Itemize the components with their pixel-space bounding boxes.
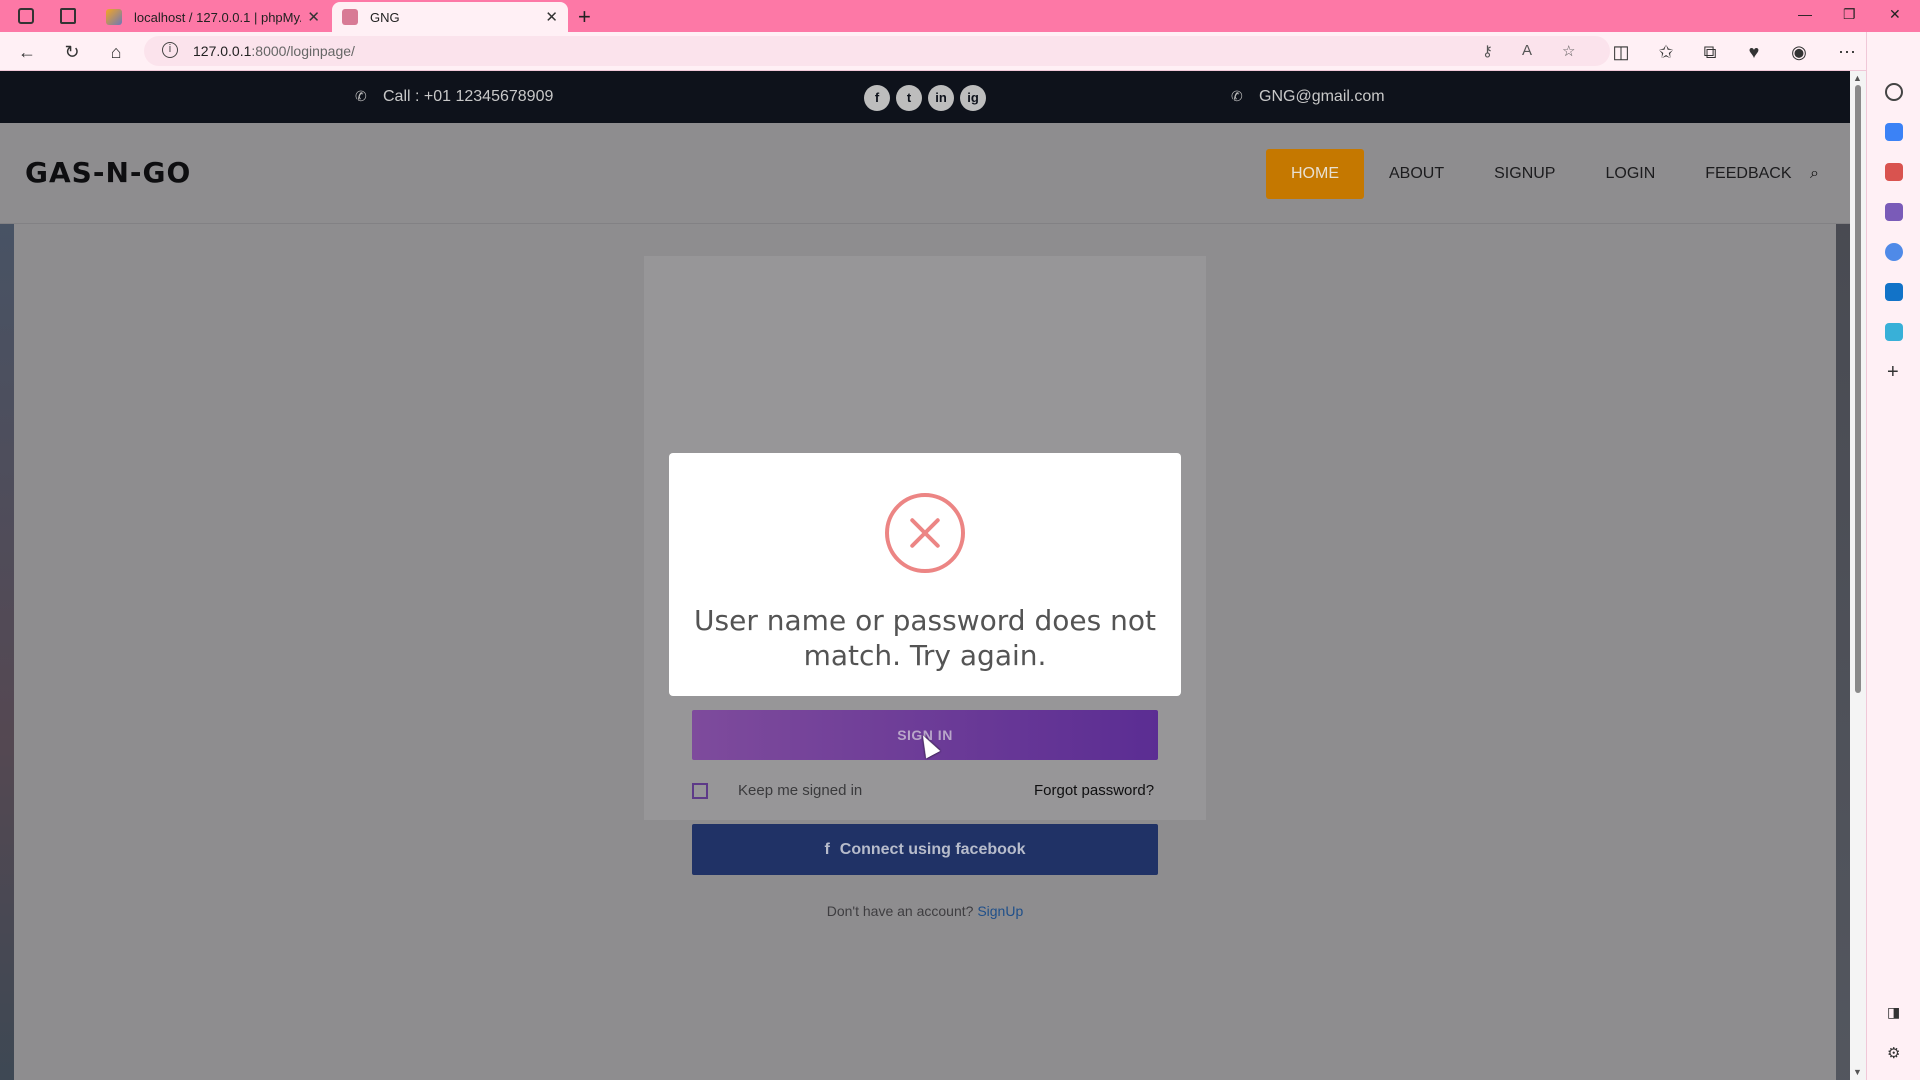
hide-sidebar-icon[interactable]: ◨: [1887, 1004, 1900, 1021]
split-screen-icon[interactable]: ◫: [1610, 41, 1632, 63]
instagram-icon[interactable]: ig: [960, 85, 986, 111]
error-alert-modal: User name or password does not match. Tr…: [669, 453, 1181, 696]
shopping-icon[interactable]: [1885, 123, 1903, 141]
read-aloud-icon[interactable]: A: [1522, 42, 1532, 59]
tools-icon[interactable]: [1885, 163, 1903, 181]
keep-signed-in[interactable]: Keep me signed in: [692, 782, 862, 799]
keep-signed-in-checkbox[interactable]: [692, 782, 708, 799]
favorite-star-icon[interactable]: ☆: [1562, 42, 1575, 60]
contact-call: ✆ Call : +01 12345678909: [355, 88, 553, 106]
phpmyadmin-favicon-icon: [106, 9, 122, 25]
twitter-icon[interactable]: t: [896, 85, 922, 111]
alert-message: User name or password does not match. Tr…: [694, 604, 1156, 672]
extensions-icon[interactable]: ♥: [1743, 41, 1765, 63]
menu-feedback[interactable]: FEEDBACK: [1680, 149, 1816, 199]
add-sidebar-app-icon[interactable]: +: [1887, 361, 1899, 384]
tab-phpmyadmin[interactable]: localhost / 127.0.0.1 | phpMyAdmin ✕: [96, 2, 330, 32]
facebook-f-icon: f: [824, 841, 830, 858]
tab-gng[interactable]: GNG ✕: [332, 2, 568, 32]
outlook-icon[interactable]: [1885, 283, 1903, 301]
facebook-button-label: Connect using facebook: [839, 841, 1026, 858]
password-key-icon[interactable]: ⚷: [1482, 42, 1493, 60]
contact-topbar: ✆ Call : +01 12345678909 f t in ig ✆ GNG@g…: [0, 71, 1850, 123]
url-text[interactable]: 127.0.0.1:8000/loginpage/: [193, 43, 355, 59]
address-bar[interactable]: i 127.0.0.1:8000/loginpage/ ⚷ A ☆: [144, 36, 1610, 66]
menu-about[interactable]: ABOUT: [1364, 149, 1469, 199]
url-path: :8000/loginpage/: [251, 43, 355, 59]
tab-title: localhost / 127.0.0.1 | phpMyAdmin: [134, 9, 301, 25]
favorites-icon[interactable]: ✩: [1655, 41, 1677, 63]
back-icon[interactable]: ←: [16, 41, 38, 63]
search-icon[interactable]: [1885, 83, 1903, 101]
page-scrollbar[interactable]: ▲ ▼: [1850, 71, 1866, 1080]
error-x-icon: [885, 493, 965, 573]
hero-background-left: [0, 224, 14, 1080]
email-text[interactable]: GNG@gmail.com: [1259, 88, 1385, 105]
games-icon[interactable]: [1885, 203, 1903, 221]
sidebar-settings-icon[interactable]: ⚙: [1887, 1044, 1900, 1062]
gng-favicon-icon: [342, 9, 358, 25]
facebook-connect-button[interactable]: f Connect using facebook: [692, 824, 1158, 875]
forgot-password-link[interactable]: Forgot password?: [1034, 782, 1154, 799]
phone-icon: ✆: [1231, 88, 1243, 104]
browser-titlebar: localhost / 127.0.0.1 | phpMyAdmin ✕ GNG…: [0, 0, 1920, 32]
menu-signup[interactable]: SIGNUP: [1469, 149, 1580, 199]
phone-icon: ✆: [355, 88, 367, 104]
browser-navbar: ← ↻ ⌂ i 127.0.0.1:8000/loginpage/ ⚷ A ☆ …: [0, 32, 1920, 71]
close-tab-icon[interactable]: ✕: [545, 8, 558, 26]
new-tab-icon[interactable]: +: [578, 4, 591, 30]
hero-background-right: [1836, 224, 1850, 1080]
workspaces-icon[interactable]: [18, 8, 34, 24]
keep-signed-in-label: Keep me signed in: [738, 782, 863, 799]
linkedin-icon[interactable]: in: [928, 85, 954, 111]
home-icon[interactable]: ⌂: [105, 41, 127, 63]
signup-link[interactable]: SignUp: [977, 903, 1023, 919]
facebook-icon[interactable]: f: [864, 85, 890, 111]
more-options-icon[interactable]: ⋯: [1836, 41, 1858, 63]
signup-prompt: Don't have an account? SignUp: [692, 903, 1158, 919]
social-links: f t in ig: [864, 85, 986, 111]
close-window-icon[interactable]: ✕: [1889, 6, 1901, 23]
browser-sidebar: + ◨ ⚙: [1866, 32, 1920, 1080]
site-header: GAS-N-GO HOME ABOUT SIGNUP LOGIN FEEDBAC…: [0, 123, 1850, 224]
scroll-up-icon[interactable]: ▲: [1853, 73, 1862, 83]
microsoft365-icon[interactable]: [1885, 243, 1903, 261]
close-tab-icon[interactable]: ✕: [307, 8, 320, 26]
profile-icon[interactable]: ◉: [1788, 41, 1810, 63]
menu-home[interactable]: HOME: [1266, 149, 1364, 199]
site-logo[interactable]: GAS-N-GO: [25, 156, 191, 189]
restore-icon[interactable]: ❐: [1843, 6, 1856, 23]
minimize-icon[interactable]: —: [1798, 6, 1812, 22]
main-menu: HOME ABOUT SIGNUP LOGIN FEEDBACK: [1266, 149, 1817, 199]
site-info-icon[interactable]: i: [162, 42, 178, 58]
refresh-icon[interactable]: ↻: [61, 41, 83, 63]
tab-title: GNG: [370, 9, 400, 25]
no-account-text: Don't have an account?: [826, 903, 974, 919]
call-text: Call : +01 12345678909: [383, 88, 554, 105]
tab-actions-icon[interactable]: [60, 8, 76, 24]
scrollbar-thumb[interactable]: [1855, 85, 1861, 693]
contact-email: ✆ GNG@gmail.com: [1231, 88, 1385, 106]
url-host: 127.0.0.1: [193, 43, 252, 59]
search-icon[interactable]: ⌕: [1810, 165, 1819, 183]
telegram-icon[interactable]: [1885, 323, 1903, 341]
menu-login[interactable]: LOGIN: [1580, 149, 1680, 199]
collections-icon[interactable]: ⧉: [1699, 41, 1721, 63]
scroll-down-icon[interactable]: ▼: [1853, 1067, 1862, 1077]
